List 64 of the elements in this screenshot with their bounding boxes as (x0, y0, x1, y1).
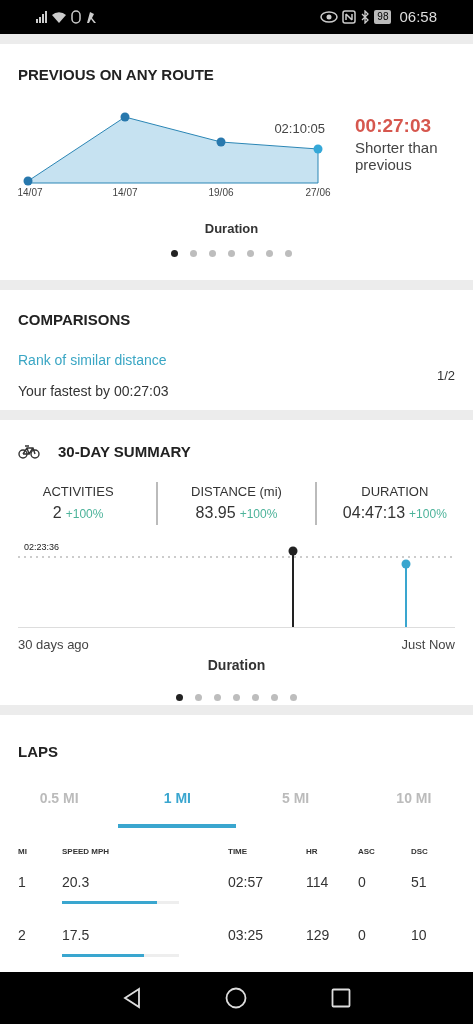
data-point[interactable] (23, 176, 33, 185)
distance-tab[interactable]: 0.5 MI (0, 781, 119, 828)
column-header: ASC (358, 845, 376, 858)
table-cell-text: 51 (411, 872, 428, 892)
column-header: MI (18, 845, 28, 858)
axis-label: 27/06 (305, 185, 331, 200)
bicycle-icon (18, 445, 40, 460)
section-title: 30-DAY SUMMARY (58, 442, 191, 462)
table-cell-text: 17.5 (62, 925, 91, 945)
table-cell-text: 1 (18, 872, 27, 892)
table-cell-text: 129 (306, 925, 331, 945)
axis-label: 19/06 (208, 185, 234, 200)
column-header: TIME (228, 845, 249, 858)
column-header: SPEED MPH (62, 845, 111, 858)
section-title: COMPARISONS (18, 310, 132, 330)
table-cell-text: 10 (411, 925, 428, 945)
pager-count: 1/2 (436, 366, 455, 385)
back-button[interactable] (121, 987, 142, 1009)
table-cell-text: 03:25 (228, 925, 265, 945)
battery-level: 98 (374, 10, 392, 24)
eye-icon (320, 11, 339, 23)
recents-button[interactable] (331, 988, 352, 1008)
value-label: 02:10:05 (274, 119, 325, 138)
value-label: 02:23:36 (24, 543, 60, 552)
stat-change: +100% (239, 506, 278, 523)
chart-caption: Duration (207, 655, 266, 675)
data-point[interactable] (216, 137, 226, 146)
data-point[interactable] (313, 144, 323, 153)
stat-change: +100% (65, 506, 104, 523)
time-difference: 00:27:03 (355, 114, 433, 137)
distance-tab[interactable]: 10 MI (354, 781, 473, 828)
table-cell-text: 0 (358, 872, 367, 892)
chart-caption: Duration (204, 219, 259, 238)
table-cell-text: 0 (358, 925, 367, 945)
stat-change: +100% (409, 506, 447, 523)
stat-label: DISTANCE (mi) (191, 482, 282, 501)
axis-label: 14/07 (112, 185, 138, 200)
rank-link[interactable]: Rank of similar distance (18, 349, 169, 371)
section-title: LAPS (18, 742, 59, 762)
data-point[interactable] (120, 112, 130, 121)
distance-tab[interactable]: 5 MI (236, 781, 355, 828)
section-title: PREVIOUS ON ANY ROUTE (18, 65, 215, 85)
clock: 06:58 (399, 6, 437, 27)
table-cell-text: 20.3 (62, 872, 91, 892)
table-cell-text: 2 (18, 925, 27, 945)
axis-label: Just Now (401, 636, 455, 654)
axis-label: 14/07 (17, 185, 43, 200)
distance-tab[interactable]: 1 MI (118, 781, 237, 828)
column-header: DSC (411, 845, 429, 858)
bluetooth-icon (360, 10, 371, 24)
column-header: HR (306, 845, 319, 858)
axis-label: 30 days ago (18, 636, 89, 654)
stat-label: DURATION (361, 482, 429, 501)
table-cell-text: 02:57 (228, 872, 265, 892)
home-button[interactable] (225, 987, 248, 1009)
stat-value: 2 (52, 503, 62, 523)
fastest-text: Your fastest by 00:27:03 (18, 381, 169, 401)
stat-value: 04:47:13 (342, 503, 406, 523)
activity-stem[interactable] (288, 546, 298, 628)
stat-label: ACTIVITIES (42, 482, 114, 501)
nfc-icon (342, 10, 357, 24)
difference-note: Shorter than previous (355, 138, 439, 173)
stat-value: 83.95 (195, 503, 236, 523)
table-cell-text: 114 (306, 872, 330, 892)
